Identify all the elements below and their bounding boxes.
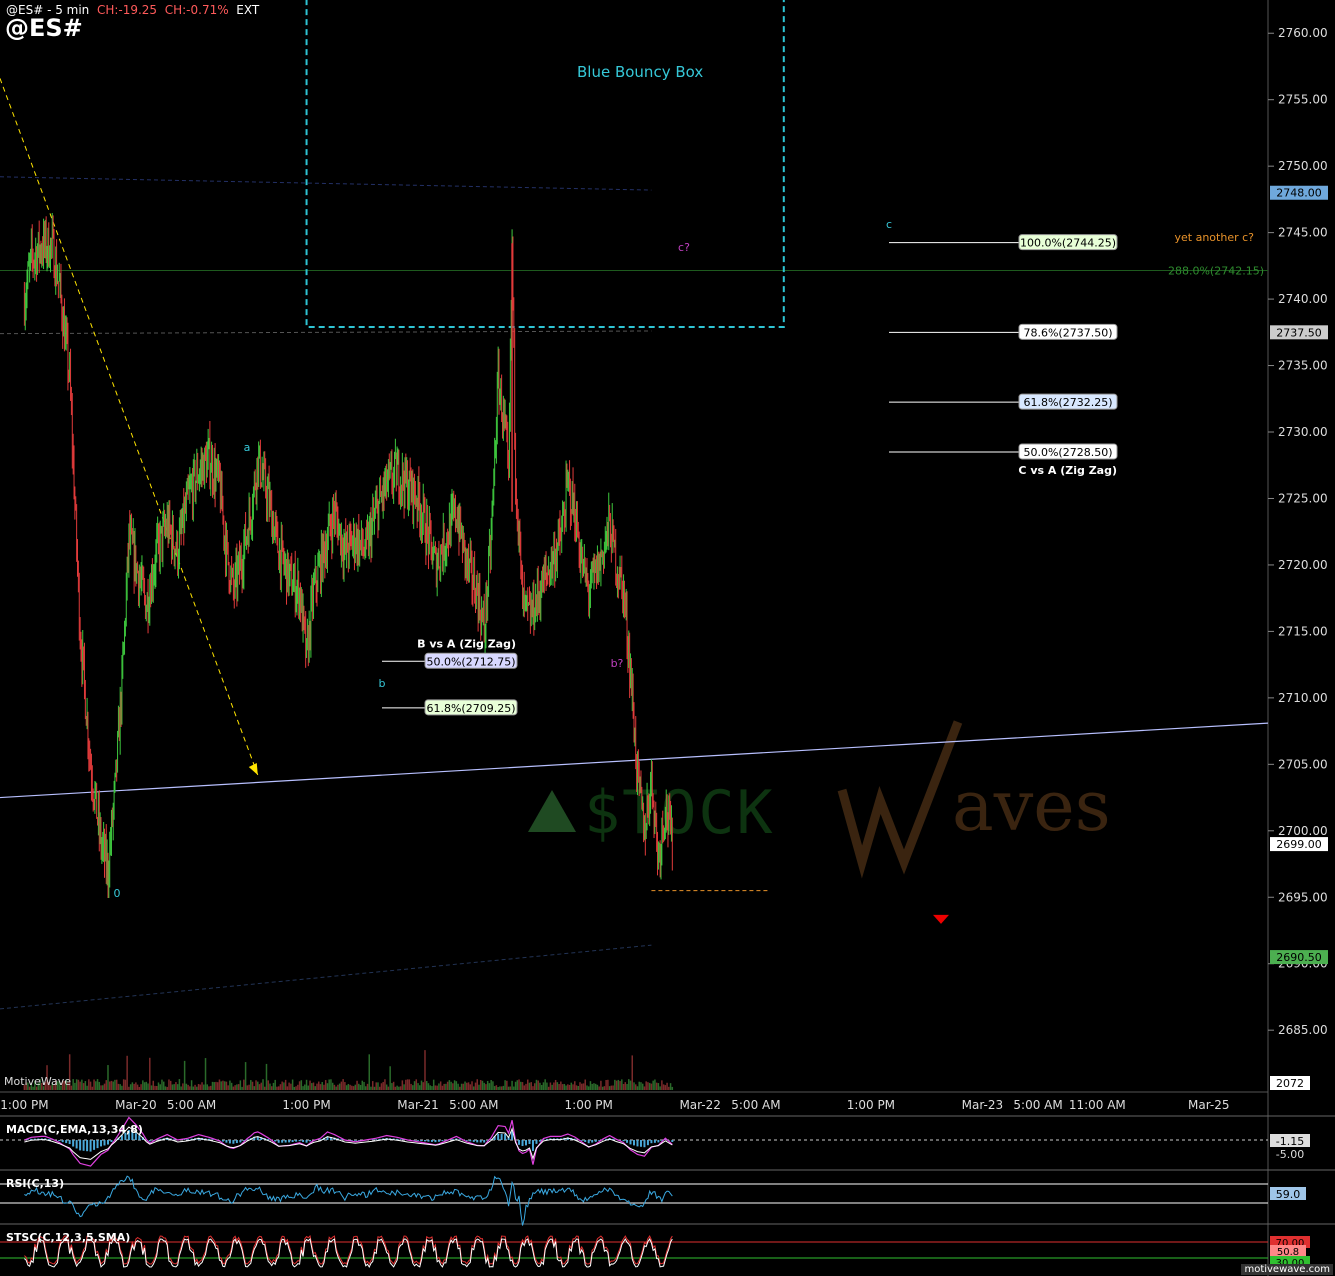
lower-channel-line (0, 944, 652, 1010)
change-percent: CH:-0.71% (164, 3, 229, 17)
y-tick-label: 2700.00 (1278, 824, 1328, 838)
price-tag: 2748.00 (1276, 187, 1322, 200)
macd-label: MACD(C,EMA,13,34,8) (6, 1123, 143, 1136)
upper-channel-line (0, 176, 652, 191)
yellow-arrowhead-icon (248, 762, 258, 775)
price-tag: 2737.50 (1276, 326, 1322, 339)
y-tick-label: 2720.00 (1278, 558, 1328, 572)
rsi-tag: 59.0 (1276, 1188, 1301, 1201)
yellow-trendline (0, 78, 259, 776)
x-tick-label: 11:00 AM (1069, 1098, 1126, 1112)
x-tick-label: 5:00 AM (167, 1098, 216, 1112)
x-tick-label: Mar-22 (679, 1098, 720, 1112)
extension-label: 288.0%(2742.15) (1168, 265, 1264, 278)
x-tick-label: 1:00 PM (0, 1098, 48, 1112)
price-tag: 2699.00 (1276, 838, 1322, 851)
watermark-brand: aves (952, 765, 1111, 847)
watermark-w-icon (837, 720, 963, 879)
rsi-label: RSI(C,13) (6, 1177, 65, 1190)
wave-label: b (379, 677, 386, 690)
x-tick-label: Mar-23 (962, 1098, 1003, 1112)
macd-tag2: -5.00 (1276, 1148, 1304, 1161)
x-tick-label: 1:00 PM (565, 1098, 613, 1112)
wave-label: c (886, 218, 892, 231)
wave-label: 0 (114, 887, 121, 900)
price-chart[interactable]: 2685.002690.002695.002700.002705.002710.… (0, 0, 1335, 1276)
y-tick-label: 2750.00 (1278, 159, 1328, 173)
x-tick-label: 5:00 AM (731, 1098, 780, 1112)
red-down-marker-icon (933, 914, 949, 924)
footer-watermark: motivewave.com (1241, 1264, 1333, 1275)
fib-c-title: C vs A (Zig Zag) (1018, 464, 1117, 477)
fib-b-label: 61.8%(2709.25) (426, 702, 515, 715)
fib-b-label: 50.0%(2712.75) (426, 655, 515, 668)
wave-label: b? (611, 657, 624, 670)
watermark-triangle-icon (528, 790, 576, 832)
y-tick-label: 2685.00 (1278, 1023, 1328, 1037)
wave-label: a (244, 441, 251, 454)
x-tick-label: Mar-21 (397, 1098, 438, 1112)
x-tick-label: 1:00 PM (847, 1098, 895, 1112)
fib-c-label: 78.6%(2737.50) (1023, 326, 1112, 339)
y-tick-label: 2705.00 (1278, 757, 1328, 771)
x-tick-label: 1:00 PM (282, 1098, 330, 1112)
y-tick-label: 2745.00 (1278, 226, 1328, 240)
watermark-text: $TOCK (584, 778, 775, 848)
y-tick-label: 2695.00 (1278, 890, 1328, 904)
y-tick-label: 2740.00 (1278, 292, 1328, 306)
y-tick-label: 2755.00 (1278, 93, 1328, 107)
blue-bouncy-box (305, 0, 785, 328)
x-tick-label: Mar-25 (1188, 1098, 1229, 1112)
session-label: EXT (236, 3, 260, 17)
fib-b-title: B vs A (Zig Zag) (417, 637, 516, 650)
macd-tag: -1.15 (1276, 1135, 1304, 1148)
mid-channel-line (0, 330, 652, 335)
symbol-title: @ES# (5, 14, 83, 42)
x-tick-label: 5:00 AM (1013, 1098, 1062, 1112)
y-tick-label: 2710.00 (1278, 691, 1328, 705)
stoch-label: STSC(C,12,3,5,SMA) (6, 1231, 131, 1244)
change-value: CH:-19.25 (96, 3, 158, 17)
fib-c-label: 61.8%(2732.25) (1023, 396, 1112, 409)
fib-c-label: 50.0%(2728.50) (1023, 446, 1112, 459)
y-tick-label: 2760.00 (1278, 26, 1328, 40)
y-tick-label: 2730.00 (1278, 425, 1328, 439)
box-label: Blue Bouncy Box (577, 63, 704, 81)
x-tick-label: 5:00 AM (449, 1098, 498, 1112)
vendor-label: MotiveWave (4, 1075, 72, 1088)
y-tick-label: 2715.00 (1278, 624, 1328, 638)
wave-label: c? (678, 241, 690, 254)
x-tick-label: Mar-20 (115, 1098, 156, 1112)
y-tick-label: 2735.00 (1278, 359, 1328, 373)
yet-another-label: yet another c? (1175, 231, 1255, 244)
fib-c-label: 100.0%(2744.25) (1020, 237, 1116, 250)
price-tag: 2690.50 (1276, 951, 1322, 964)
y-tick-label: 2725.00 (1278, 491, 1328, 505)
volume-tag: 2072 (1276, 1077, 1304, 1090)
